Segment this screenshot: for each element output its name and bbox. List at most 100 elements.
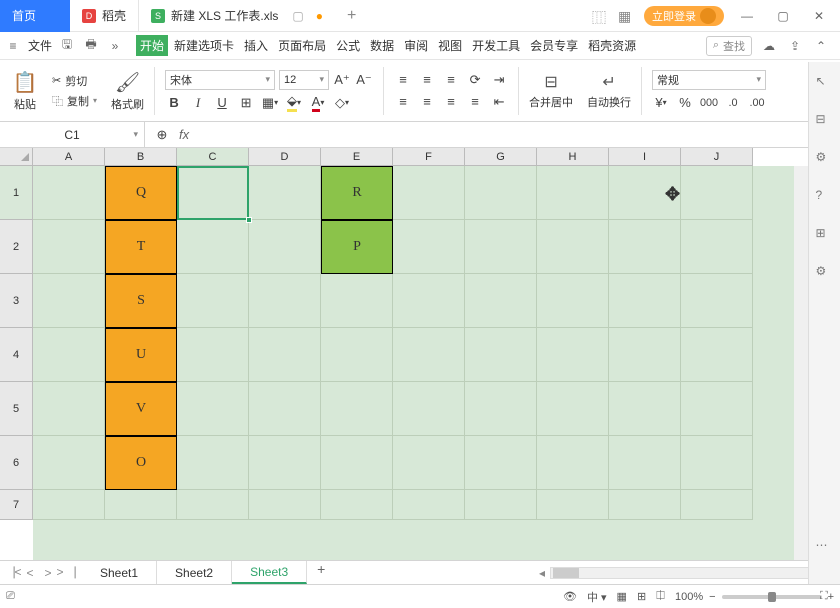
cell-G3[interactable] — [465, 274, 537, 328]
cell-C4[interactable] — [177, 328, 249, 382]
cell-E1[interactable]: R — [321, 166, 393, 220]
cut-button[interactable]: ✂剪切 — [52, 73, 97, 89]
thousands-icon[interactable]: 000 — [700, 94, 718, 112]
cell-A1[interactable] — [33, 166, 105, 220]
cell-E4[interactable] — [321, 328, 393, 382]
fullscreen-icon[interactable]: ⛶ — [820, 590, 834, 604]
cell-F3[interactable] — [393, 274, 465, 328]
cell-G2[interactable] — [465, 220, 537, 274]
sheet-tab-2[interactable]: Sheet2 — [157, 561, 232, 584]
cell-J5[interactable] — [681, 382, 753, 436]
cell-F6[interactable] — [393, 436, 465, 490]
cell-C2[interactable] — [177, 220, 249, 274]
cell-C6[interactable] — [177, 436, 249, 490]
select-all-corner[interactable] — [0, 148, 33, 166]
font-size-combo[interactable]: 12▾ — [279, 70, 329, 90]
ribbon-tab-insert[interactable]: 插入 — [240, 35, 272, 56]
bold-button[interactable]: B — [165, 94, 183, 112]
sheet-tab-1[interactable]: Sheet1 — [82, 561, 157, 584]
sheet-nav-last[interactable]: >⎹ — [58, 565, 74, 581]
cell-style-button[interactable]: ▦▾ — [261, 94, 279, 112]
cell-D1[interactable] — [249, 166, 321, 220]
cell-J4[interactable] — [681, 328, 753, 382]
col-header-D[interactable]: D — [249, 148, 321, 166]
formula-input[interactable] — [197, 122, 840, 147]
cell-C7[interactable] — [177, 490, 249, 520]
decrease-font-icon[interactable]: A⁻ — [355, 71, 373, 89]
grid-apps-icon[interactable]: ▦ — [618, 8, 634, 24]
wrap-text-button[interactable]: ↵ 自动换行 — [587, 71, 631, 110]
copy-button[interactable]: ⿻复制▾ — [52, 93, 97, 109]
align-center-icon[interactable]: ≡ — [418, 93, 436, 111]
currency-icon[interactable]: ¥▾ — [652, 94, 670, 112]
row-header-1[interactable]: 1 — [0, 166, 33, 220]
cell-B3[interactable]: S — [105, 274, 177, 328]
row-header-4[interactable]: 4 — [0, 328, 33, 382]
cell-A4[interactable] — [33, 328, 105, 382]
clear-format-button[interactable]: ◇▾ — [333, 94, 351, 112]
cell-F4[interactable] — [393, 328, 465, 382]
vertical-scrollbar[interactable] — [794, 166, 808, 560]
horizontal-scrollbar[interactable] — [550, 567, 820, 579]
cell-E2[interactable]: P — [321, 220, 393, 274]
row-header-5[interactable]: 5 — [0, 382, 33, 436]
task-pane-icon[interactable]: ⊟ — [816, 112, 834, 130]
cells-area[interactable]: Q R T P S — [33, 166, 808, 560]
print-icon[interactable]: 🖶 — [82, 37, 100, 55]
cell-I7[interactable] — [609, 490, 681, 520]
name-box-dropdown-icon[interactable]: ▾ — [133, 129, 138, 140]
hscroll-left-icon[interactable]: ◂ — [534, 565, 550, 581]
cell-J2[interactable] — [681, 220, 753, 274]
layout-1-icon[interactable]: ⿲ — [592, 8, 608, 24]
cell-J1[interactable] — [681, 166, 753, 220]
cell-C3[interactable] — [177, 274, 249, 328]
sheet-nav-prev[interactable]: < — [22, 565, 38, 581]
sheet-nav-first[interactable]: ⎹< — [4, 565, 20, 581]
maximize-button[interactable]: ▢ — [770, 6, 796, 26]
reading-mode-icon[interactable]: 中 ▾ — [587, 589, 607, 605]
zoom-lens-icon[interactable]: ⊕ — [153, 126, 171, 144]
cell-I3[interactable] — [609, 274, 681, 328]
view-normal-icon[interactable]: 👁 — [563, 590, 577, 603]
ribbon-tab-data[interactable]: 数据 — [366, 35, 398, 56]
select-arrow-icon[interactable]: ↖ — [816, 74, 834, 92]
zoom-out-button[interactable]: − — [709, 591, 715, 603]
cell-H3[interactable] — [537, 274, 609, 328]
cell-D4[interactable] — [249, 328, 321, 382]
cell-H7[interactable] — [537, 490, 609, 520]
col-header-E[interactable]: E — [321, 148, 393, 166]
ribbon-tab-devtools[interactable]: 开发工具 — [468, 35, 524, 56]
sheet-nav-next[interactable]: > — [40, 565, 56, 581]
cell-H4[interactable] — [537, 328, 609, 382]
tab-home[interactable]: 首页 — [0, 0, 70, 32]
cell-E5[interactable] — [321, 382, 393, 436]
cell-D3[interactable] — [249, 274, 321, 328]
cell-A5[interactable] — [33, 382, 105, 436]
cell-I5[interactable] — [609, 382, 681, 436]
indent-left-icon[interactable]: ⇤ — [490, 93, 508, 111]
format-painter-button[interactable]: 🖌 格式刷 — [111, 69, 144, 112]
cell-A6[interactable] — [33, 436, 105, 490]
zoom-thumb[interactable] — [768, 592, 776, 602]
row-header-3[interactable]: 3 — [0, 274, 33, 328]
view-grid-icon[interactable]: ⊞ — [637, 590, 646, 603]
orientation-icon[interactable]: ⟳ — [466, 71, 484, 89]
row-header-2[interactable]: 2 — [0, 220, 33, 274]
cell-C5[interactable] — [177, 382, 249, 436]
cell-B6[interactable]: O — [105, 436, 177, 490]
cell-I2[interactable] — [609, 220, 681, 274]
cell-G6[interactable] — [465, 436, 537, 490]
share-icon[interactable]: ⇪ — [786, 37, 804, 55]
col-header-B[interactable]: B — [105, 148, 177, 166]
overflow-icon[interactable]: » — [106, 37, 124, 55]
align-left-icon[interactable]: ≡ — [394, 93, 412, 111]
cell-H2[interactable] — [537, 220, 609, 274]
increase-decimal-icon[interactable]: .0 — [724, 94, 742, 112]
login-button[interactable]: 立即登录 — [644, 6, 724, 26]
addon-icon[interactable]: ⊞ — [816, 226, 834, 244]
cell-E3[interactable] — [321, 274, 393, 328]
properties-icon[interactable]: ⚙ — [816, 150, 834, 168]
minimize-button[interactable]: ― — [734, 6, 760, 26]
col-header-G[interactable]: G — [465, 148, 537, 166]
align-top-icon[interactable]: ≡ — [394, 71, 412, 89]
